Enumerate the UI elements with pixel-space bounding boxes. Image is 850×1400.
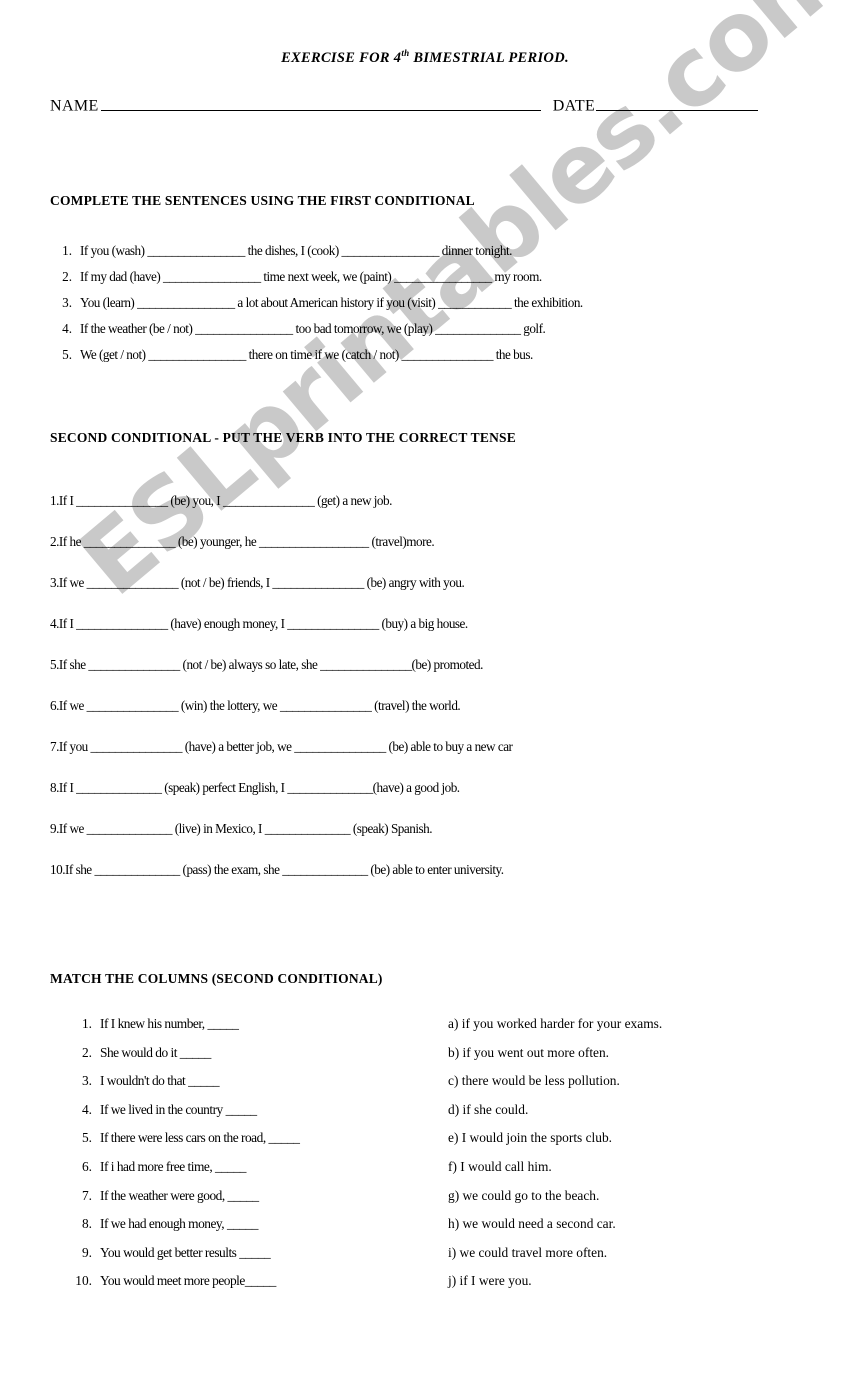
name-label: NAME — [50, 97, 99, 115]
page-title-prefix: EXERCISE FOR 4 — [281, 49, 402, 66]
list-item: 6. If i had more free time, _____ — [68, 1153, 468, 1182]
item-text[interactable]: She would do it _____ — [100, 1045, 211, 1060]
item-text[interactable]: You would get better results _____ — [100, 1245, 271, 1260]
item-text[interactable]: If I knew his number, _____ — [100, 1016, 239, 1031]
list-item: c) there would be less pollution. — [448, 1073, 620, 1089]
match-right-column: a) if you worked harder for your exams. … — [448, 1010, 838, 1296]
list-item[interactable]: 4.If I _______________ (have) enough mon… — [50, 603, 840, 644]
section-heading-match-columns: MATCH THE COLUMNS (SECOND CONDITIONAL) — [50, 971, 383, 986]
item-text[interactable]: If we had enough money, _____ — [100, 1216, 258, 1231]
item-text[interactable]: If you (wash) ________________ the dishe… — [80, 243, 512, 258]
list-item[interactable]: 6.If we _______________ (win) the lotter… — [50, 685, 840, 726]
list-item: 4. If we lived in the country _____ — [68, 1096, 468, 1125]
list-item: 8. If we had enough money, _____ — [68, 1210, 468, 1239]
page-title-suffix: BIMESTRIAL PERIOD. — [409, 49, 569, 66]
first-conditional-list: 1. If you (wash) ________________ the dis… — [50, 238, 840, 368]
list-item[interactable]: 9.If we ______________ (live) in Mexico,… — [50, 808, 840, 849]
list-item: 10. You would meet more people_____ — [68, 1267, 468, 1296]
item-number: 9. — [81, 1244, 92, 1260]
page-title: EXERCISE FOR 4th BIMESTRIAL PERIOD. — [0, 48, 850, 67]
list-item: b) if you went out more often. — [448, 1044, 610, 1060]
item-text[interactable]: If i had more free time, _____ — [100, 1159, 247, 1174]
list-item: 3. I wouldn't do that _____ — [68, 1067, 468, 1096]
match-left-column: 1. If I knew his number, _____ 2. She woul… — [68, 1010, 468, 1296]
item-text[interactable]: We (get / not) ________________ there on… — [80, 347, 533, 362]
item-number: 3. — [81, 1073, 92, 1089]
list-item[interactable]: 2.If he _______________ (be) younger, he… — [50, 521, 840, 562]
item-number: 2. — [62, 269, 72, 284]
item-number: 10. — [75, 1273, 92, 1289]
item-number: 3. — [62, 295, 72, 310]
item-number: 4. — [81, 1101, 92, 1117]
name-date-row: NAME DATE — [50, 96, 810, 116]
item-text[interactable]: If we lived in the country _____ — [100, 1102, 257, 1117]
item-text[interactable]: You would meet more people_____ — [100, 1273, 276, 1288]
item-number: 5. — [81, 1130, 92, 1146]
list-item: 2. She would do it _____ — [68, 1039, 468, 1068]
item-number: 1. — [81, 1016, 92, 1031]
item-number: 5. — [62, 347, 72, 362]
date-input-line[interactable] — [596, 96, 759, 111]
list-item: h) we would need a second car. — [448, 1216, 616, 1232]
item-number: 2. — [81, 1044, 92, 1060]
list-item: 1. If you (wash) ________________ the dis… — [50, 238, 840, 264]
list-item: g) we could go to the beach. — [448, 1187, 600, 1203]
item-number: 1. — [62, 243, 72, 258]
item-text[interactable]: If the weather (be / not) ______________… — [80, 321, 546, 336]
list-item: e) I would join the sports club. — [448, 1130, 613, 1146]
worksheet-page: ESLprintables.com EXERCISE FOR 4th BIMES… — [0, 0, 850, 1400]
section-heading-first-conditional: COMPLETE THE SENTENCES USING THE FIRST C… — [50, 193, 475, 208]
item-number: 4. — [62, 321, 72, 336]
item-text[interactable]: You (learn) ________________ a lot about… — [80, 295, 583, 310]
item-number: 6. — [81, 1158, 92, 1174]
second-conditional-list: 1.If I _______________ (be) you, I _____… — [50, 480, 840, 890]
item-text[interactable]: If there were less cars on the road, ___… — [100, 1130, 300, 1145]
list-item[interactable]: 1.If I _______________ (be) you, I _____… — [50, 480, 840, 521]
list-item[interactable]: 7.If you _______________ (have) a better… — [50, 726, 840, 767]
list-item: 4. If the weather (be / not) ____________… — [50, 316, 840, 342]
list-item: 7. If the weather were good, _____ — [68, 1182, 468, 1211]
list-item: d) if she could. — [448, 1101, 529, 1117]
list-item[interactable]: 8.If I ______________ (speak) perfect En… — [50, 767, 840, 808]
list-item: 5. If there were less cars on the road, _… — [68, 1124, 468, 1153]
list-item: 2. If my dad (have) ________________ time… — [50, 264, 840, 290]
date-label: DATE — [552, 97, 596, 115]
list-item: j) if I were you. — [448, 1273, 532, 1289]
item-text[interactable]: I wouldn't do that _____ — [100, 1073, 220, 1088]
list-item: a) if you worked harder for your exams. — [448, 1016, 663, 1031]
item-number: 7. — [81, 1187, 92, 1203]
list-item: 9. You would get better results _____ — [68, 1239, 468, 1268]
item-number: 8. — [81, 1216, 92, 1232]
list-item: f) I would call him. — [448, 1158, 552, 1174]
list-item: 1. If I knew his number, _____ — [68, 1010, 468, 1039]
list-item: 3. You (learn) ________________ a lot abo… — [50, 290, 840, 316]
name-input-line[interactable] — [100, 96, 541, 111]
section-heading-second-conditional: SECOND CONDITIONAL - PUT THE VERB INTO T… — [50, 430, 516, 445]
list-item: 5. We (get / not) ________________ there … — [50, 342, 840, 368]
list-item[interactable]: 5.If she _______________ (not / be) alwa… — [50, 644, 840, 685]
item-text[interactable]: If the weather were good, _____ — [100, 1188, 259, 1203]
item-text[interactable]: If my dad (have) ________________ time n… — [80, 269, 542, 284]
list-item[interactable]: 10.If she ______________ (pass) the exam… — [50, 849, 840, 890]
list-item[interactable]: 3.If we _______________ (not / be) frien… — [50, 562, 840, 603]
list-item: i) we could travel more often. — [448, 1244, 608, 1260]
